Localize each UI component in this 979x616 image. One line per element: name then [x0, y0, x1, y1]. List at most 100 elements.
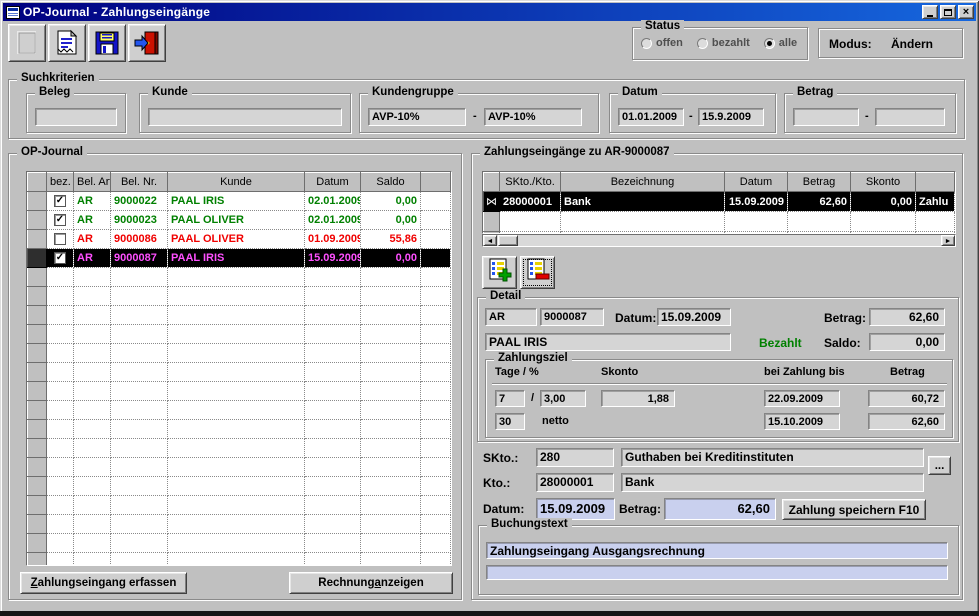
kto-input[interactable]: 28000001 — [536, 473, 614, 492]
buchungstext-line1-input[interactable]: Zahlungseingang Ausgangsrechnung — [486, 542, 948, 559]
rechnung-anzeigen-button[interactable]: Rechnung a nzeigen — [289, 572, 453, 594]
radio-alle[interactable] — [763, 37, 775, 49]
detail-bel-nr-field[interactable]: 9000087 — [540, 308, 604, 326]
kunde-group: Kunde — [139, 86, 351, 133]
zahlung-datum-label: Datum: — [483, 502, 525, 516]
kundengruppe-from-input[interactable]: AVP-10% — [368, 108, 466, 126]
remove-payment-icon — [525, 258, 551, 287]
zz-tage1-field[interactable]: 7 — [495, 390, 525, 407]
empty-row — [27, 514, 451, 534]
empty-row — [27, 267, 451, 287]
skto-name-field[interactable]: Guthaben bei Kreditinstituten — [621, 448, 924, 467]
empty-row — [27, 286, 451, 306]
save-button[interactable] — [88, 24, 126, 62]
betrag-group: Betrag - — [784, 86, 956, 133]
payments-hscrollbar[interactable]: ◄ ► — [482, 234, 956, 247]
paid-checkbox[interactable]: ✓ — [54, 195, 66, 208]
datum-label: Datum — [618, 86, 662, 98]
zz-bis2-field[interactable]: 15.10.2009 — [764, 413, 840, 430]
betrag-to-input[interactable] — [875, 108, 945, 126]
detail-group: Detail AR 9000087 Datum: 15.09.2009 Betr… — [477, 290, 959, 442]
maximize-button[interactable] — [940, 5, 956, 19]
empty-row — [27, 495, 451, 515]
kundengruppe-group: Kundengruppe AVP-10% - AVP-10% — [359, 86, 599, 133]
detail-bel-art-field[interactable]: AR — [485, 308, 537, 326]
empty-row — [27, 419, 451, 439]
exit-button[interactable] — [128, 24, 166, 62]
empty-row — [27, 476, 451, 496]
paid-checkbox[interactable] — [54, 233, 66, 246]
zz-header-bei-zahlung: bei Zahlung bis — [764, 366, 845, 378]
paid-checkbox[interactable]: ✓ — [54, 214, 66, 227]
zz-prozent-field[interactable]: 3,00 — [540, 390, 586, 407]
minimize-button[interactable] — [922, 5, 938, 19]
pcol-datum: Datum — [724, 172, 788, 192]
table-row[interactable]: ✓ AR 9000022 PAAL IRIS 02.01.2009 0,00 — [27, 191, 451, 211]
kto-name-field[interactable]: Bank — [621, 473, 924, 492]
add-payment-icon — [487, 258, 513, 287]
zahlung-betrag-label: Betrag: — [619, 502, 662, 516]
skto-input[interactable]: 280 — [536, 448, 614, 467]
pcol-rowheader — [483, 172, 500, 192]
col-bez: bez. — [46, 172, 74, 192]
zz-slash: / — [531, 392, 535, 404]
remove-payment-button[interactable] — [520, 256, 555, 289]
col-extra — [420, 172, 451, 192]
datum-to-input[interactable]: 15.9.2009 — [698, 108, 764, 126]
op-journal-grid: bez. Bel. Art Bel. Nr. Kunde Datum Saldo… — [26, 171, 452, 566]
search-group: Suchkriterien Beleg Kunde Kundengruppe A… — [8, 72, 965, 139]
kundengruppe-to-input[interactable]: AVP-10% — [484, 108, 582, 126]
detail-saldo-field[interactable]: 0,00 — [869, 333, 945, 351]
payment-row-selected[interactable]: ⋈ 28000001 Bank 15.09.2009 62,60 0,00 Za… — [483, 191, 955, 212]
radio-offen-label: offen — [656, 37, 683, 49]
betrag-from-input[interactable] — [793, 108, 859, 126]
paid-checkbox[interactable]: ✓ — [54, 252, 66, 265]
col-bel-art: Bel. Art — [73, 172, 111, 192]
kunde-label: Kunde — [148, 86, 192, 98]
kunde-input[interactable] — [148, 108, 342, 126]
pcol-bezeichnung: Bezeichnung — [560, 172, 725, 192]
zahlung-speichern-button[interactable]: Zahlung speichern F10 — [782, 499, 926, 520]
zz-header-tage: Tage / % — [495, 366, 539, 378]
radio-bezahlt[interactable] — [696, 37, 708, 49]
radio-offen[interactable] — [641, 37, 652, 49]
zz-bis1-field[interactable]: 22.09.2009 — [764, 390, 840, 407]
close-button[interactable]: × — [958, 5, 974, 19]
scroll-left-button[interactable]: ◄ — [483, 235, 497, 246]
table-row[interactable]: AR 9000086 PAAL OLIVER 01.09.2009 55,86 — [27, 229, 451, 249]
zz-skonto-field[interactable]: 1,88 — [601, 390, 675, 407]
detail-title: Detail — [486, 290, 526, 302]
kundengruppe-label: Kundengruppe — [368, 86, 458, 98]
table-row-selected[interactable]: ✓ AR 9000087 PAAL IRIS 15.09.2009 0,00 — [27, 248, 451, 268]
window-title: OP-Journal - Zahlungseingänge — [23, 5, 211, 19]
browse-accounts-button[interactable]: ... — [928, 456, 951, 475]
zahlung-datum-input[interactable]: 15.09.2009 — [536, 498, 615, 520]
col-saldo: Saldo — [360, 172, 421, 192]
buchungstext-line2-input[interactable] — [486, 565, 948, 580]
add-payment-button[interactable] — [482, 256, 517, 289]
scroll-track[interactable] — [518, 235, 941, 246]
zahlungseingang-erfassen-button[interactable]: Zahlungseingang erfassen — [20, 572, 187, 594]
modus-panel: Modus: Ändern — [818, 28, 963, 58]
new-button[interactable] — [8, 24, 46, 62]
table-row[interactable]: ✓ AR 9000023 PAAL OLIVER 02.01.2009 0,00 — [27, 210, 451, 230]
maximize-icon — [944, 8, 952, 16]
beleg-input[interactable] — [35, 108, 117, 126]
zz-netto-label: netto — [542, 415, 569, 427]
detail-datum-field[interactable]: 15.09.2009 — [657, 308, 731, 326]
zz-betrag1-field[interactable]: 60,72 — [868, 390, 945, 407]
blank-page-icon — [15, 30, 39, 56]
datum-from-input[interactable]: 01.01.2009 — [618, 108, 684, 126]
print-preview-button[interactable] — [48, 24, 86, 62]
scroll-thumb[interactable] — [498, 235, 518, 246]
detail-kunde-field[interactable]: PAAL IRIS — [485, 333, 731, 351]
scroll-right-button[interactable]: ► — [941, 235, 955, 246]
title-bar[interactable]: OP-Journal - Zahlungseingänge × — [3, 3, 976, 21]
zz-betrag2-field[interactable]: 62,60 — [868, 413, 945, 430]
zz-tage2-field[interactable]: 30 — [495, 413, 525, 430]
radio-alle-label: alle — [778, 37, 798, 49]
detail-betrag-field[interactable]: 62,60 — [869, 308, 945, 326]
bottom-edge — [0, 611, 979, 616]
zz-header-betrag: Betrag — [890, 366, 925, 378]
zahlung-betrag-input[interactable]: 62,60 — [664, 498, 776, 520]
